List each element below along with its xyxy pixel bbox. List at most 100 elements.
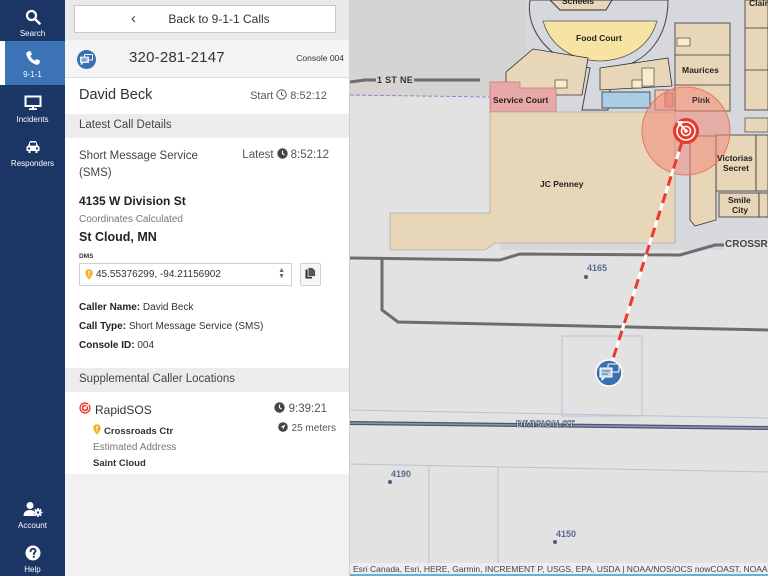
nav-label: 9-1-1 <box>23 69 42 79</box>
field-value: David Beck <box>142 302 194 313</box>
back-button-label: Back to 9-1-1 Calls <box>168 12 270 26</box>
coordinates-status: Coordinates Calculated <box>79 214 183 225</box>
map-label-victorias: Victorias <box>717 153 753 163</box>
location-pin-icon <box>85 269 93 280</box>
location-pin-icon <box>93 424 101 438</box>
service-type: Short Message Service (SMS) <box>79 150 198 179</box>
call-header: 320-281-2147 Console 004 <box>65 40 349 78</box>
sms-caller-marker[interactable] <box>595 359 623 387</box>
coordinate-format-label: DMS <box>79 253 94 260</box>
map-label-4150: 4150 <box>556 529 577 539</box>
phone-icon <box>22 48 44 68</box>
map-label-4165: 4165 <box>587 263 608 273</box>
map-label-1st-st-ne: 1 ST NE <box>376 75 415 85</box>
nav-item-search[interactable]: Search <box>0 0 65 44</box>
store-blue-block <box>601 91 651 109</box>
coordinate-format-select[interactable]: 45.55376299, -94.21156902 ▲ ▼ <box>79 263 292 286</box>
field-value: 004 <box>137 340 155 351</box>
nav-item-911[interactable]: 9-1-1 <box>0 41 65 85</box>
map-label-secret: Secret <box>723 163 749 173</box>
latest-update: Latest 8:52:12 <box>242 148 329 162</box>
nav-label: Account <box>18 520 47 530</box>
map-label-city: City <box>732 205 749 215</box>
field-key: Call Type: <box>79 321 127 332</box>
map-label-crossroads: CROSSR <box>724 239 768 250</box>
latest-call-details-header: Latest Call Details <box>65 114 349 138</box>
address-point-4150 <box>553 540 557 544</box>
start-time: 8:52:12 <box>290 90 327 102</box>
field-key: Caller Name: <box>79 302 141 313</box>
map-view[interactable]: Scheels Clair Food Court Maurices 1 ST N… <box>350 0 768 576</box>
field-key: Console ID: <box>79 340 135 351</box>
chevron-left-icon: ‹ <box>131 10 136 27</box>
map-canvas <box>350 0 768 565</box>
nav-label: Incidents <box>16 114 49 124</box>
rapidsos-marker[interactable] <box>673 118 699 144</box>
account-settings-icon <box>22 499 44 519</box>
call-detail-panel: ‹ Back to 9-1-1 Calls 320-281-2147 Conso… <box>65 0 350 576</box>
nav-item-responders[interactable]: Responders <box>0 130 65 174</box>
nav-label: Search <box>19 28 46 38</box>
accuracy-text: 25 meters <box>291 423 336 434</box>
address-point-4190 <box>388 480 392 484</box>
field-console-id: Console ID: 004 <box>79 340 335 351</box>
field-value: Short Message Service (SMS) <box>128 321 264 332</box>
supplemental-city: Saint Cloud <box>93 458 146 469</box>
copy-coordinates-button[interactable] <box>300 263 321 286</box>
map-label-maurices: Maurices <box>682 65 719 75</box>
nav-item-account[interactable]: Account <box>0 492 65 536</box>
map-label-pink: Pink <box>692 95 710 105</box>
nav-item-help[interactable]: Help <box>0 536 65 576</box>
store-claire <box>744 0 768 111</box>
call-city: St Cloud, MN <box>79 230 157 244</box>
app-root: Search 9-1-1 Incidents Responders Accoun… <box>0 0 768 576</box>
map-label-claire: Clair <box>749 0 768 8</box>
map-label-jc-penney: JC Penney <box>540 179 584 189</box>
latest-call-details: Short Message Service (SMS) Latest 8:52:… <box>65 138 349 368</box>
clock-outline-icon <box>276 89 287 103</box>
console-label: Console 004 <box>296 53 344 63</box>
supplemental-location-item[interactable]: RapidSOS Crossroads Ctr Estimated Addres… <box>65 392 349 474</box>
location-name-text: Crossroads Ctr <box>104 425 174 437</box>
supplemental-time: 9:39:21 <box>273 402 327 416</box>
map-label-division-st: DIVISION ST <box>516 419 575 431</box>
caller-row: David Beck Start 8:52:12 <box>65 78 349 114</box>
store-jc-penney <box>389 111 676 251</box>
back-bar: ‹ Back to 9-1-1 Calls <box>65 0 349 40</box>
clock-icon <box>276 148 288 162</box>
supplemental-time-text: 9:39:21 <box>288 403 327 415</box>
road-loop <box>380 258 768 332</box>
address-type: Estimated Address <box>93 442 177 453</box>
coordinates-value: 45.55376299, -94.21156902 <box>96 269 221 280</box>
map-label-scheels: Scheels <box>562 0 595 6</box>
supplemental-accuracy: 25 meters <box>277 422 336 435</box>
caller-phone-number: 320-281-2147 <box>129 49 225 66</box>
accuracy-arrow-icon <box>277 422 288 435</box>
source-name: RapidSOS <box>95 402 152 417</box>
map-label-4190: 4190 <box>391 469 412 479</box>
clock-icon <box>273 402 285 416</box>
coordinate-row: 45.55376299, -94.21156902 ▲ ▼ <box>79 263 335 286</box>
rapidsos-target-icon <box>79 402 91 417</box>
nav-label: Help <box>24 564 41 574</box>
map-attribution: Esri Canada, Esri, HERE, Garmin, INCREME… <box>350 563 768 576</box>
latest-time: 8:52:12 <box>290 149 329 161</box>
back-to-calls-button[interactable]: ‹ Back to 9-1-1 Calls <box>74 5 336 33</box>
nav-label: Responders <box>10 158 55 168</box>
field-call-type: Call Type: Short Message Service (SMS) <box>79 321 335 332</box>
nav-item-incidents[interactable]: Incidents <box>0 86 65 130</box>
select-updown-icon: ▲ ▼ <box>278 267 285 280</box>
call-address: 4135 W Division St <box>79 194 186 208</box>
supplemental-locations-header: Supplemental Caller Locations <box>65 368 349 392</box>
call-fields: Caller Name: David Beck Call Type: Short… <box>79 302 335 351</box>
caller-name: David Beck <box>79 87 153 103</box>
address-point-4165 <box>584 275 588 279</box>
map-label-service-court: Service Court <box>493 95 549 105</box>
map-label-food-court: Food Court <box>576 33 622 43</box>
monitor-icon <box>22 93 44 113</box>
search-icon <box>22 7 44 27</box>
map-label-smile: Smile <box>728 195 751 205</box>
nav-rail: Search 9-1-1 Incidents Responders Accoun… <box>0 0 65 576</box>
copy-icon <box>305 266 316 284</box>
field-caller-name: Caller Name: David Beck <box>79 302 335 313</box>
